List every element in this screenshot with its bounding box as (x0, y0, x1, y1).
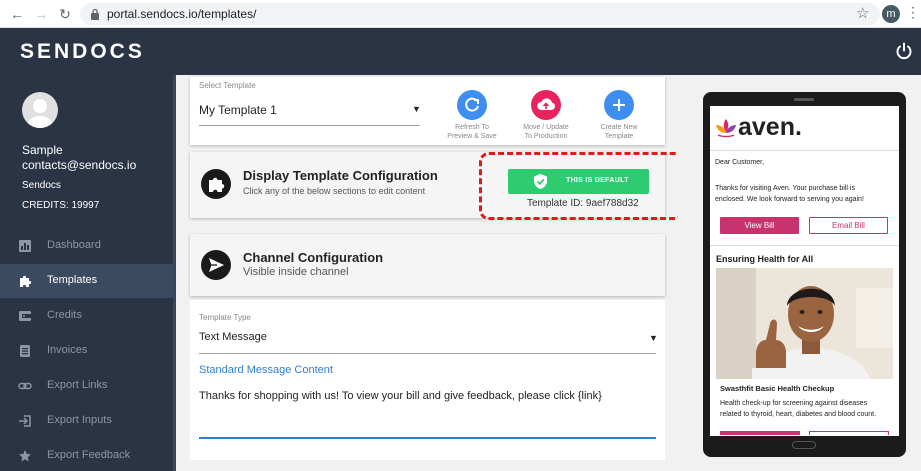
message-heading: Standard Message Content (199, 364, 333, 376)
health-card-line-1: Health check-up for screening against di… (720, 400, 868, 407)
sidebar-item-label: Templates (47, 274, 98, 286)
template-type-underline (199, 353, 656, 354)
message-input[interactable]: Thanks for shopping with us! To view you… (199, 390, 602, 402)
link-icon (18, 382, 32, 390)
sidebar-item-invoices[interactable]: Invoices (0, 334, 173, 368)
health-card-line-2: related to thyroid, heart, diabetes and … (720, 411, 877, 418)
power-icon[interactable] (895, 42, 913, 60)
wallet-icon (19, 311, 31, 321)
caret-down-icon[interactable]: ▼ (412, 104, 421, 114)
view-bill-button-partial[interactable] (720, 431, 800, 435)
template-select-underline (199, 125, 420, 126)
phone-home-button (792, 441, 816, 449)
bookmark-star-icon[interactable]: ☆ (856, 4, 869, 22)
refresh-icon (457, 90, 487, 120)
message-card (190, 300, 665, 460)
forward-arrow-icon[interactable]: → (32, 5, 50, 23)
sidebar-item-label: Credits (47, 309, 82, 321)
browser-menu-icon[interactable]: ⋮ (906, 4, 920, 21)
cloud-upload-icon (531, 90, 561, 120)
template-select-label: Select Template (199, 81, 256, 90)
health-promo-image (716, 268, 893, 379)
preview-body-line-1: Thanks for visiting Aven. Your purchase … (715, 185, 855, 192)
move-to-production-label-2: To Production (524, 133, 568, 140)
template-type-label: Template Type (199, 313, 251, 322)
aven-logo-icon (716, 119, 736, 138)
template-type-select[interactable]: Text Message (199, 331, 267, 343)
back-arrow-icon[interactable]: ← (8, 5, 26, 23)
star-icon (19, 450, 31, 462)
create-new-template-label-2: Template (604, 133, 634, 140)
sidebar-item-export-links[interactable]: Export Links (0, 369, 173, 403)
puzzle-icon (201, 169, 231, 199)
refresh-preview-button[interactable]: Refresh To Preview & Save (437, 90, 507, 141)
sidebar-item-label: Export Feedback (47, 449, 131, 461)
sidebar-item-templates[interactable]: Templates (0, 264, 173, 298)
caret-down-icon[interactable]: ▼ (649, 333, 658, 343)
lock-icon (91, 8, 99, 20)
sidebar-item-export-feedback[interactable]: Export Feedback (0, 439, 173, 471)
puzzle-icon (20, 275, 32, 287)
preview-divider (710, 245, 899, 246)
sidebar-item-label: Export Links (47, 379, 108, 391)
sidebar-item-dashboard[interactable]: Dashboard (0, 229, 173, 263)
user-credits: CREDITS: 19997 (22, 200, 100, 211)
template-select[interactable]: My Template 1 (199, 103, 277, 117)
highlight-annotation (479, 152, 685, 220)
create-new-template-button[interactable]: Create New Template (584, 90, 654, 141)
user-name: Sample (22, 143, 63, 157)
email-bill-button[interactable]: Email Bill (809, 217, 888, 234)
url-text: portal.sendocs.io/templates/ (107, 7, 257, 21)
send-icon (201, 250, 231, 280)
aven-brand: aven. (738, 113, 802, 141)
create-new-template-label-1: Create New (600, 124, 638, 131)
app-header: SENDOCS (0, 28, 921, 75)
reload-icon[interactable]: ↻ (56, 5, 74, 23)
sidebar-item-credits[interactable]: Credits (0, 299, 173, 333)
refresh-preview-label-1: Refresh To (455, 124, 489, 131)
sidebar-item-export-inputs[interactable]: Export Inputs (0, 404, 173, 438)
user-email: contacts@sendocs.io (22, 158, 137, 172)
address-bar[interactable]: portal.sendocs.io/templates/ (80, 3, 880, 25)
sidebar-item-label: Invoices (47, 344, 88, 356)
user-avatar[interactable] (22, 92, 58, 128)
display-config-subtitle: Click any of the below sections to edit … (243, 186, 426, 196)
move-to-production-button[interactable]: Move / Update To Production (511, 90, 581, 141)
preview-divider (710, 150, 899, 151)
browser-toolbar: ← → ↻ portal.sendocs.io/templates/ ☆ m ⋮ (0, 0, 921, 28)
preview-body-line-2: enclosed. We look forward to serving you… (715, 196, 864, 203)
plus-icon (604, 90, 634, 120)
email-bill-button-partial[interactable] (809, 431, 889, 435)
preview-section-title: Ensuring Health for All (716, 254, 814, 264)
refresh-preview-label-2: Preview & Save (447, 133, 497, 140)
sidebar: Sample contacts@sendocs.io Sendocs CREDI… (0, 75, 176, 471)
phone-speaker (794, 98, 814, 101)
dashboard-icon (19, 240, 31, 252)
export-icon (19, 415, 31, 427)
channel-config-card[interactable] (190, 234, 665, 296)
user-org: Sendocs (22, 180, 61, 191)
preview-greeting: Dear Customer, (715, 159, 765, 166)
brand-logo[interactable]: SENDOCS (20, 40, 145, 64)
health-card-title: Swasthfit Basic Health Checkup (720, 384, 835, 393)
browser-profile-avatar[interactable]: m (882, 5, 900, 23)
sidebar-item-label: Export Inputs (47, 414, 112, 426)
move-to-production-label-1: Move / Update (523, 124, 569, 131)
message-input-underline (199, 437, 656, 439)
channel-config-title: Channel Configuration (243, 250, 384, 265)
view-bill-button[interactable]: View Bill (720, 217, 799, 234)
sidebar-item-label: Dashboard (47, 239, 101, 251)
channel-config-subtitle: Visible inside channel (243, 266, 349, 278)
invoice-icon (20, 345, 30, 357)
display-config-title: Display Template Configuration (243, 168, 438, 183)
